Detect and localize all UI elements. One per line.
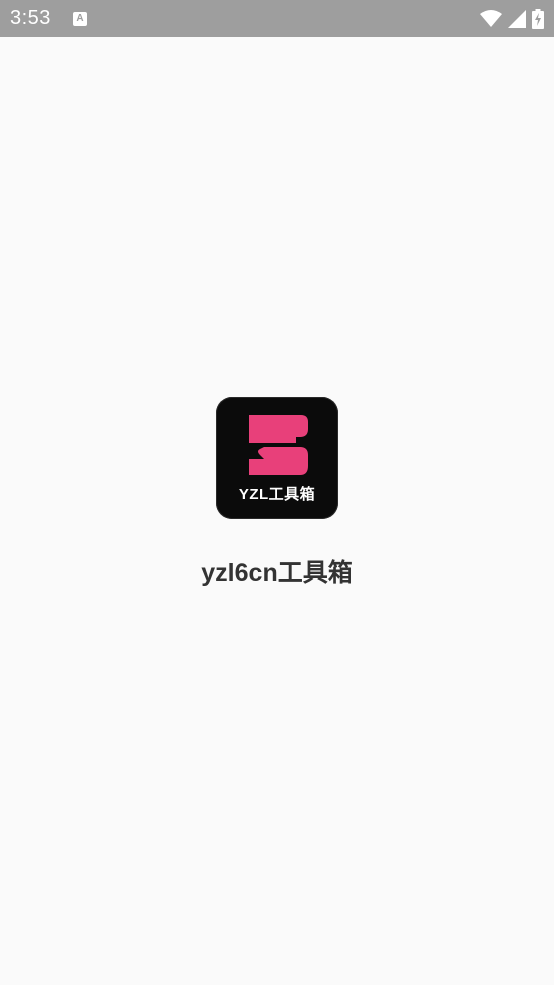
status-bar: 3:53 A bbox=[0, 0, 554, 37]
cell-signal-icon bbox=[508, 9, 526, 28]
notification-app-glyph: A bbox=[76, 12, 84, 24]
app-logo-icon: YZL工具箱 bbox=[216, 397, 338, 519]
splash-content: YZL工具箱 yzl6cn工具箱 bbox=[0, 397, 554, 589]
status-time: 3:53 bbox=[10, 7, 51, 29]
app-name: yzl6cn工具箱 bbox=[201, 559, 353, 587]
battery-charging-icon bbox=[532, 8, 544, 29]
logo-text: YZL工具箱 bbox=[238, 486, 316, 503]
notification-app-icon: A bbox=[72, 11, 87, 26]
status-icons bbox=[480, 8, 544, 29]
wifi-icon bbox=[480, 9, 502, 27]
